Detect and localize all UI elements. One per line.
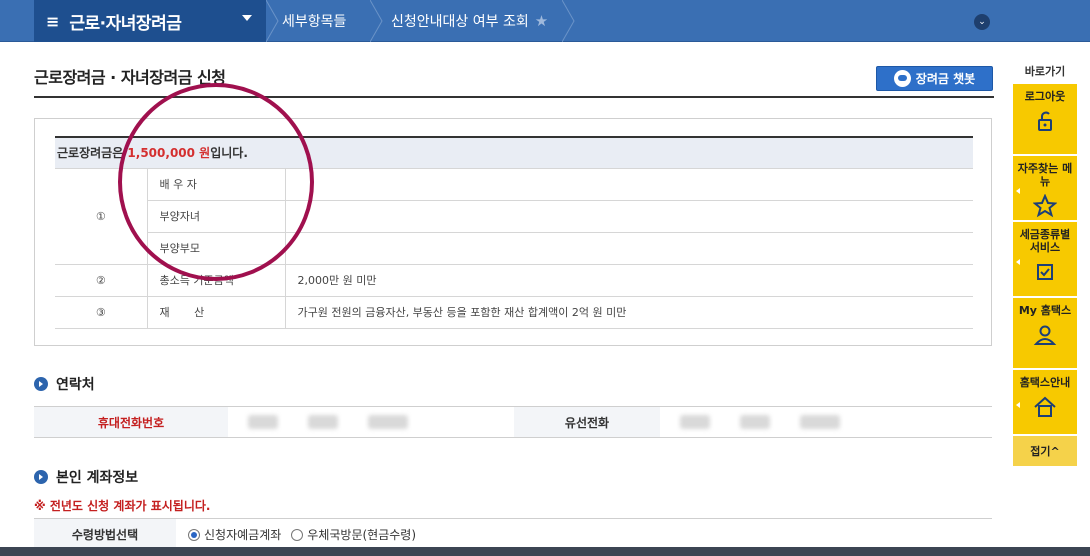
expand-arrow-icon: [1016, 402, 1020, 408]
breadcrumb-separator: [561, 0, 576, 43]
contact-row: 휴대전화번호 유선전화: [34, 406, 992, 438]
top-nav-bar: ≡ 근로·자녀장려금 세부항목들 신청안내대상 여부 조회 ★ ⌄: [0, 0, 1090, 43]
radio-selected-icon[interactable]: [188, 528, 200, 541]
row-value: [285, 168, 973, 201]
radio-bank-account[interactable]: 신청자예금계좌: [188, 526, 281, 543]
quick-item-label: My 홈택스: [1018, 304, 1072, 317]
row-value: 가구원 전원의 금융자산, 부동산 등을 포함한 재산 합계액이 2억 원 미만: [285, 296, 973, 329]
radio-bank-account-label: 신청자예금계좌: [204, 528, 282, 542]
chevron-down-circle-icon[interactable]: ⌄: [974, 14, 990, 30]
payment-method-options: 신청자예금계좌 우체국방문(현금수령): [176, 519, 416, 550]
landline-label: 유선전화: [514, 407, 660, 437]
redacted-segment: [800, 415, 840, 429]
main-menu-button[interactable]: ≡ 근로·자녀장려금: [34, 0, 266, 42]
quick-item-label: 로그아웃: [1024, 90, 1066, 103]
row-label: 재 산: [147, 296, 286, 329]
quick-item-logout[interactable]: 로그아웃: [1013, 84, 1077, 156]
quick-item-label: 자주찾는 메뉴: [1017, 162, 1073, 188]
chatbot-icon: [893, 70, 911, 87]
account-section-title: 본인 계좌정보: [34, 467, 138, 487]
circle-annotation: [118, 83, 314, 281]
star-icon[interactable]: ★: [535, 12, 548, 30]
summary-prefix: 근로장려금은: [57, 146, 128, 161]
os-taskbar: [0, 547, 1090, 556]
chatbot-label: 장려금 챗봇: [915, 72, 976, 86]
quick-item-tax-services[interactable]: 세금종류별 서비스: [1013, 222, 1077, 298]
quick-item-favorites[interactable]: 자주찾는 메뉴: [1013, 156, 1077, 222]
quick-item-my-hometax[interactable]: My 홈택스: [1013, 298, 1077, 370]
table-row: ③ 재 산 가구원 전원의 금융자산, 부동산 등을 포함한 재산 합계액이 2…: [55, 296, 973, 329]
main-menu-label: 근로·자녀장려금: [69, 13, 182, 34]
row-number: ③: [55, 296, 148, 329]
chevron-down-icon: [242, 15, 252, 21]
quick-item-label: 세금종류별 서비스: [1019, 228, 1071, 254]
bullet-arrow-icon: [34, 377, 48, 391]
checklist-icon: [1037, 264, 1053, 280]
landline-field[interactable]: [660, 407, 992, 437]
redacted-segment: [740, 415, 770, 429]
account-notice: ※ 전년도 신청 계좌가 표시됩니다.: [34, 499, 211, 513]
payment-method-row: 수령방법선택 신청자예금계좌 우체국방문(현금수령): [34, 518, 992, 550]
breadcrumb-item-2-label: 신청안내대상 여부 조회: [391, 14, 529, 30]
payment-method-label: 수령방법선택: [34, 519, 176, 550]
redacted-segment: [308, 415, 338, 429]
home-icon: [1034, 396, 1056, 417]
quick-item-hometax-guide[interactable]: 홈택스안내: [1013, 370, 1077, 436]
redacted-segment: [368, 415, 408, 429]
row-value: [285, 200, 973, 233]
account-section-label: 본인 계좌정보: [56, 470, 139, 486]
breadcrumb-separator: [369, 0, 384, 43]
contact-section-title: 연락처: [34, 374, 95, 394]
expand-arrow-icon: [1016, 188, 1020, 194]
redacted-segment: [680, 415, 710, 429]
radio-post-office[interactable]: 우체국방문(현금수령): [291, 526, 416, 543]
breadcrumb-separator: [265, 0, 280, 43]
collapse-quick-links-button[interactable]: 접기^: [1013, 436, 1077, 466]
hamburger-icon: ≡: [46, 11, 60, 31]
mobile-phone-field[interactable]: [228, 407, 514, 437]
expand-arrow-icon: [1016, 259, 1020, 265]
row-value: [285, 232, 973, 265]
breadcrumb-item-1[interactable]: 세부항목들: [282, 0, 346, 42]
quick-links-sidebar: 바로가기 로그아웃 자주찾는 메뉴 세금종류별 서비스 My 홈택스 홈택스안내: [1013, 60, 1077, 466]
user-icon: [1033, 325, 1057, 345]
bullet-arrow-icon: [34, 470, 48, 484]
radio-unselected-icon[interactable]: [291, 528, 304, 541]
chatbot-button[interactable]: 장려금 챗봇: [876, 66, 993, 91]
quick-links-title: 바로가기: [1024, 65, 1066, 78]
unlock-icon: [1038, 111, 1052, 131]
redacted-segment: [248, 415, 278, 429]
contact-section-label: 연락처: [56, 377, 95, 393]
breadcrumb-item-2[interactable]: 신청안내대상 여부 조회 ★: [391, 0, 548, 42]
mobile-phone-label: 휴대전화번호: [34, 407, 228, 437]
quick-item-label: 홈택스안내: [1019, 376, 1071, 389]
radio-post-office-label: 우체국방문(현금수령): [307, 528, 417, 542]
star-outline-icon: [1033, 194, 1057, 218]
row-value: 2,000만 원 미만: [285, 264, 973, 297]
